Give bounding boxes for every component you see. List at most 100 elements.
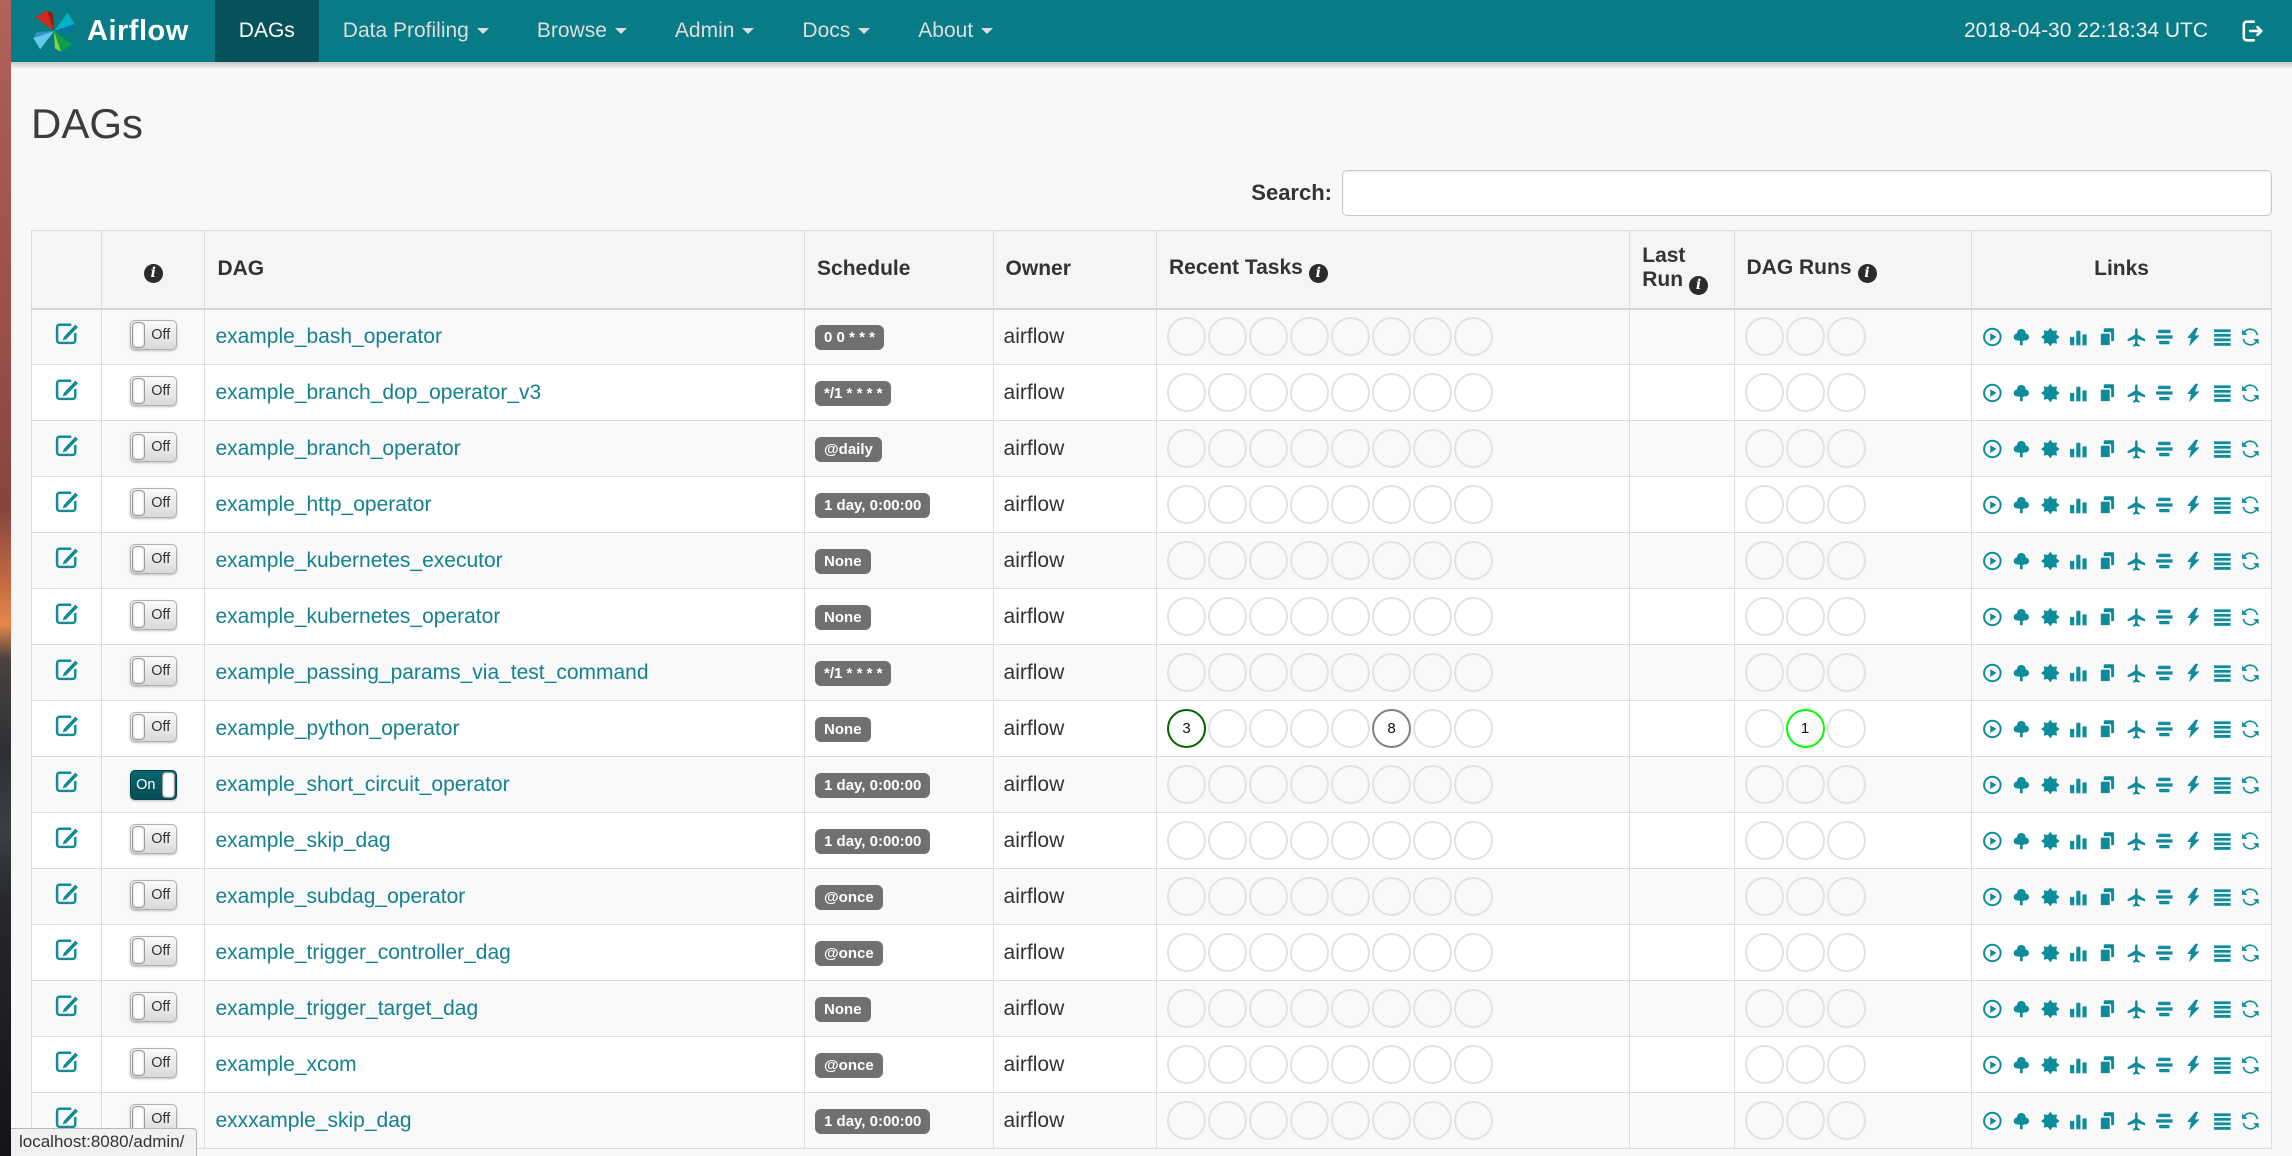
edit-dag-icon[interactable] — [53, 544, 80, 571]
trigger-dag-icon[interactable] — [1982, 1054, 2003, 1076]
dag-pause-toggle[interactable]: Off — [129, 879, 177, 910]
tree-view-icon[interactable] — [2011, 942, 2032, 964]
refresh-icon[interactable] — [2240, 1054, 2261, 1076]
refresh-icon[interactable] — [2240, 886, 2261, 908]
refresh-icon[interactable] — [2240, 774, 2261, 796]
search-input[interactable] — [1342, 170, 2272, 216]
graph-view-icon[interactable] — [2040, 998, 2061, 1020]
task-duration-icon[interactable] — [2068, 382, 2089, 404]
graph-view-icon[interactable] — [2040, 494, 2061, 516]
task-tries-icon[interactable] — [2097, 1054, 2118, 1076]
graph-view-icon[interactable] — [2040, 326, 2061, 348]
dag-pause-toggle[interactable]: Off — [129, 319, 177, 350]
code-view-icon[interactable] — [2183, 438, 2204, 460]
tree-view-icon[interactable] — [2011, 326, 2032, 348]
landing-times-icon[interactable] — [2126, 438, 2147, 460]
task-duration-icon[interactable] — [2068, 662, 2089, 684]
edit-dag-icon[interactable] — [53, 1104, 80, 1131]
gantt-icon[interactable] — [2154, 830, 2175, 852]
dag-link[interactable]: example_kubernetes_operator — [215, 605, 500, 628]
task-tries-icon[interactable] — [2097, 830, 2118, 852]
trigger-dag-icon[interactable] — [1982, 382, 2003, 404]
task-duration-icon[interactable] — [2068, 942, 2089, 964]
nav-item-dags[interactable]: DAGs — [214, 0, 319, 62]
task-tries-icon[interactable] — [2097, 718, 2118, 740]
gantt-icon[interactable] — [2154, 606, 2175, 628]
dag-link[interactable]: example_subdag_operator — [215, 885, 465, 908]
task-state-circle-success[interactable]: 3 — [1166, 709, 1206, 748]
gantt-icon[interactable] — [2154, 1110, 2175, 1132]
dag-link[interactable]: exxxample_skip_dag — [215, 1109, 411, 1132]
logs-icon[interactable] — [2212, 438, 2233, 460]
code-view-icon[interactable] — [2183, 326, 2204, 348]
code-view-icon[interactable] — [2183, 774, 2204, 796]
landing-times-icon[interactable] — [2126, 494, 2147, 516]
gantt-icon[interactable] — [2154, 998, 2175, 1020]
edit-dag-icon[interactable] — [53, 432, 80, 459]
logs-icon[interactable] — [2212, 886, 2233, 908]
task-duration-icon[interactable] — [2068, 998, 2089, 1020]
landing-times-icon[interactable] — [2126, 550, 2147, 572]
tree-view-icon[interactable] — [2011, 886, 2032, 908]
code-view-icon[interactable] — [2183, 718, 2204, 740]
trigger-dag-icon[interactable] — [1982, 830, 2003, 852]
dag-link[interactable]: example_branch_operator — [215, 437, 460, 460]
graph-view-icon[interactable] — [2040, 886, 2061, 908]
task-duration-icon[interactable] — [2068, 1110, 2089, 1132]
gantt-icon[interactable] — [2154, 550, 2175, 572]
logs-icon[interactable] — [2212, 326, 2233, 348]
graph-view-icon[interactable] — [2040, 606, 2061, 628]
trigger-dag-icon[interactable] — [1982, 662, 2003, 684]
code-view-icon[interactable] — [2183, 662, 2204, 684]
dag-link[interactable]: example_bash_operator — [215, 325, 442, 348]
tree-view-icon[interactable] — [2011, 438, 2032, 460]
landing-times-icon[interactable] — [2126, 718, 2147, 740]
graph-view-icon[interactable] — [2040, 718, 2061, 740]
gantt-icon[interactable] — [2154, 662, 2175, 684]
refresh-icon[interactable] — [2240, 718, 2261, 740]
gantt-icon[interactable] — [2154, 494, 2175, 516]
dag-pause-toggle[interactable]: Off — [129, 991, 177, 1022]
task-state-circle-queued[interactable]: 8 — [1371, 709, 1411, 748]
code-view-icon[interactable] — [2183, 942, 2204, 964]
edit-dag-icon[interactable] — [53, 768, 80, 795]
landing-times-icon[interactable] — [2126, 606, 2147, 628]
dag-link[interactable]: example_trigger_target_dag — [215, 997, 478, 1020]
logs-icon[interactable] — [2212, 1054, 2233, 1076]
tree-view-icon[interactable] — [2011, 774, 2032, 796]
dag-pause-toggle[interactable]: Off — [129, 1047, 177, 1078]
dag-link[interactable]: example_trigger_controller_dag — [215, 941, 510, 964]
graph-view-icon[interactable] — [2040, 942, 2061, 964]
edit-dag-icon[interactable] — [53, 992, 80, 1019]
landing-times-icon[interactable] — [2126, 830, 2147, 852]
task-duration-icon[interactable] — [2068, 550, 2089, 572]
logs-icon[interactable] — [2212, 550, 2233, 572]
nav-item-browse[interactable]: Browse — [513, 0, 651, 62]
dag-link[interactable]: example_branch_dop_operator_v3 — [215, 381, 541, 404]
refresh-icon[interactable] — [2240, 550, 2261, 572]
dag-pause-toggle[interactable]: Off — [129, 599, 177, 630]
refresh-icon[interactable] — [2240, 606, 2261, 628]
task-duration-icon[interactable] — [2068, 774, 2089, 796]
nav-item-about[interactable]: About — [894, 0, 1017, 62]
refresh-icon[interactable] — [2240, 382, 2261, 404]
tree-view-icon[interactable] — [2011, 718, 2032, 740]
graph-view-icon[interactable] — [2040, 382, 2061, 404]
refresh-icon[interactable] — [2240, 1110, 2261, 1132]
dag-pause-toggle[interactable]: Off — [129, 431, 177, 462]
dag-pause-toggle[interactable]: Off — [129, 543, 177, 574]
task-duration-icon[interactable] — [2068, 606, 2089, 628]
task-tries-icon[interactable] — [2097, 774, 2118, 796]
logs-icon[interactable] — [2212, 774, 2233, 796]
edit-dag-icon[interactable] — [53, 488, 80, 515]
task-tries-icon[interactable] — [2097, 662, 2118, 684]
gantt-icon[interactable] — [2154, 718, 2175, 740]
task-tries-icon[interactable] — [2097, 606, 2118, 628]
dag-link[interactable]: example_passing_params_via_test_command — [215, 661, 648, 684]
refresh-icon[interactable] — [2240, 998, 2261, 1020]
refresh-icon[interactable] — [2240, 438, 2261, 460]
tree-view-icon[interactable] — [2011, 382, 2032, 404]
logs-icon[interactable] — [2212, 998, 2233, 1020]
code-view-icon[interactable] — [2183, 1054, 2204, 1076]
task-tries-icon[interactable] — [2097, 438, 2118, 460]
